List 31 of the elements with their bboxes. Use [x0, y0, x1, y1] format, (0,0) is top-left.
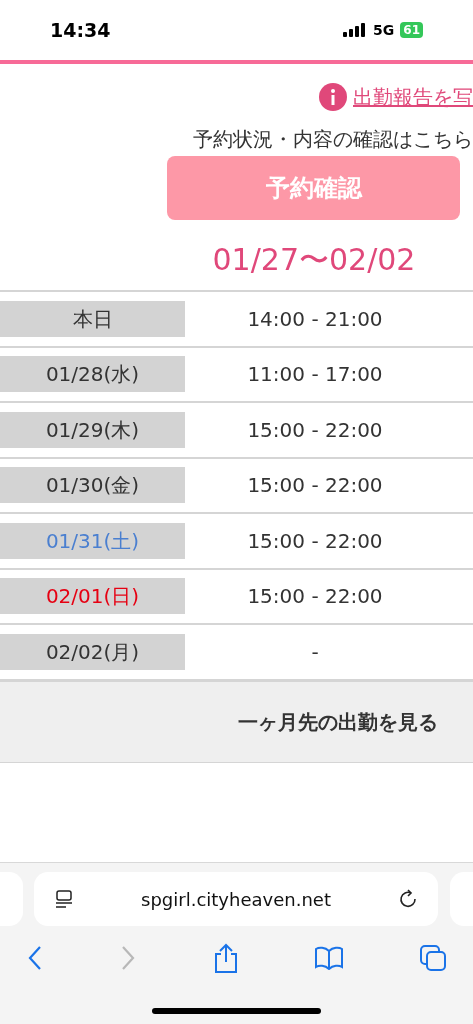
day-label: 02/02(月) [0, 633, 185, 670]
notice-link[interactable]: 出勤報告を写 [353, 82, 473, 112]
day-label: 01/28(水) [0, 356, 185, 393]
shift-hours: 15:00 - 22:00 [246, 472, 384, 500]
day-label: 01/30(金) [0, 467, 185, 504]
shift-hours: 15:00 - 22:00 [246, 527, 384, 555]
tabs-icon[interactable] [419, 944, 447, 972]
shift-hours: 14:00 - 21:00 [246, 305, 384, 333]
shift-hours: 15:00 - 22:00 [246, 583, 384, 611]
shift-hours: 15:00 - 22:00 [246, 416, 384, 444]
back-icon[interactable] [26, 945, 44, 971]
url-text: spgirl.cityheaven.net [141, 887, 331, 912]
clock-time: 14:34 [50, 17, 111, 43]
signal-icon [343, 23, 368, 37]
shift-hours: 11:00 - 17:00 [246, 361, 384, 389]
address-bar[interactable]: spgirl.cityheaven.net [34, 872, 438, 926]
reader-icon[interactable] [54, 889, 74, 909]
day-label: 本日 [0, 300, 185, 337]
reservation-prompt: 予約状況・内容の確認はこちら [193, 126, 473, 153]
shift-hours: - [310, 638, 320, 666]
network-label: 5G [373, 20, 395, 40]
day-label: 01/29(木) [0, 411, 185, 448]
day-label: 01/31(土) [0, 522, 185, 559]
info-icon [319, 83, 347, 111]
bookmarks-icon[interactable] [313, 946, 344, 970]
day-label: 02/01(日) [0, 578, 185, 615]
date-range: 01/27〜02/02 [212, 241, 416, 279]
reload-icon[interactable] [398, 889, 418, 909]
share-icon[interactable] [212, 943, 239, 973]
battery-icon: 61 [400, 22, 423, 38]
month-schedule-button[interactable]: 一ヶ月先の出勤を見る [0, 680, 473, 763]
